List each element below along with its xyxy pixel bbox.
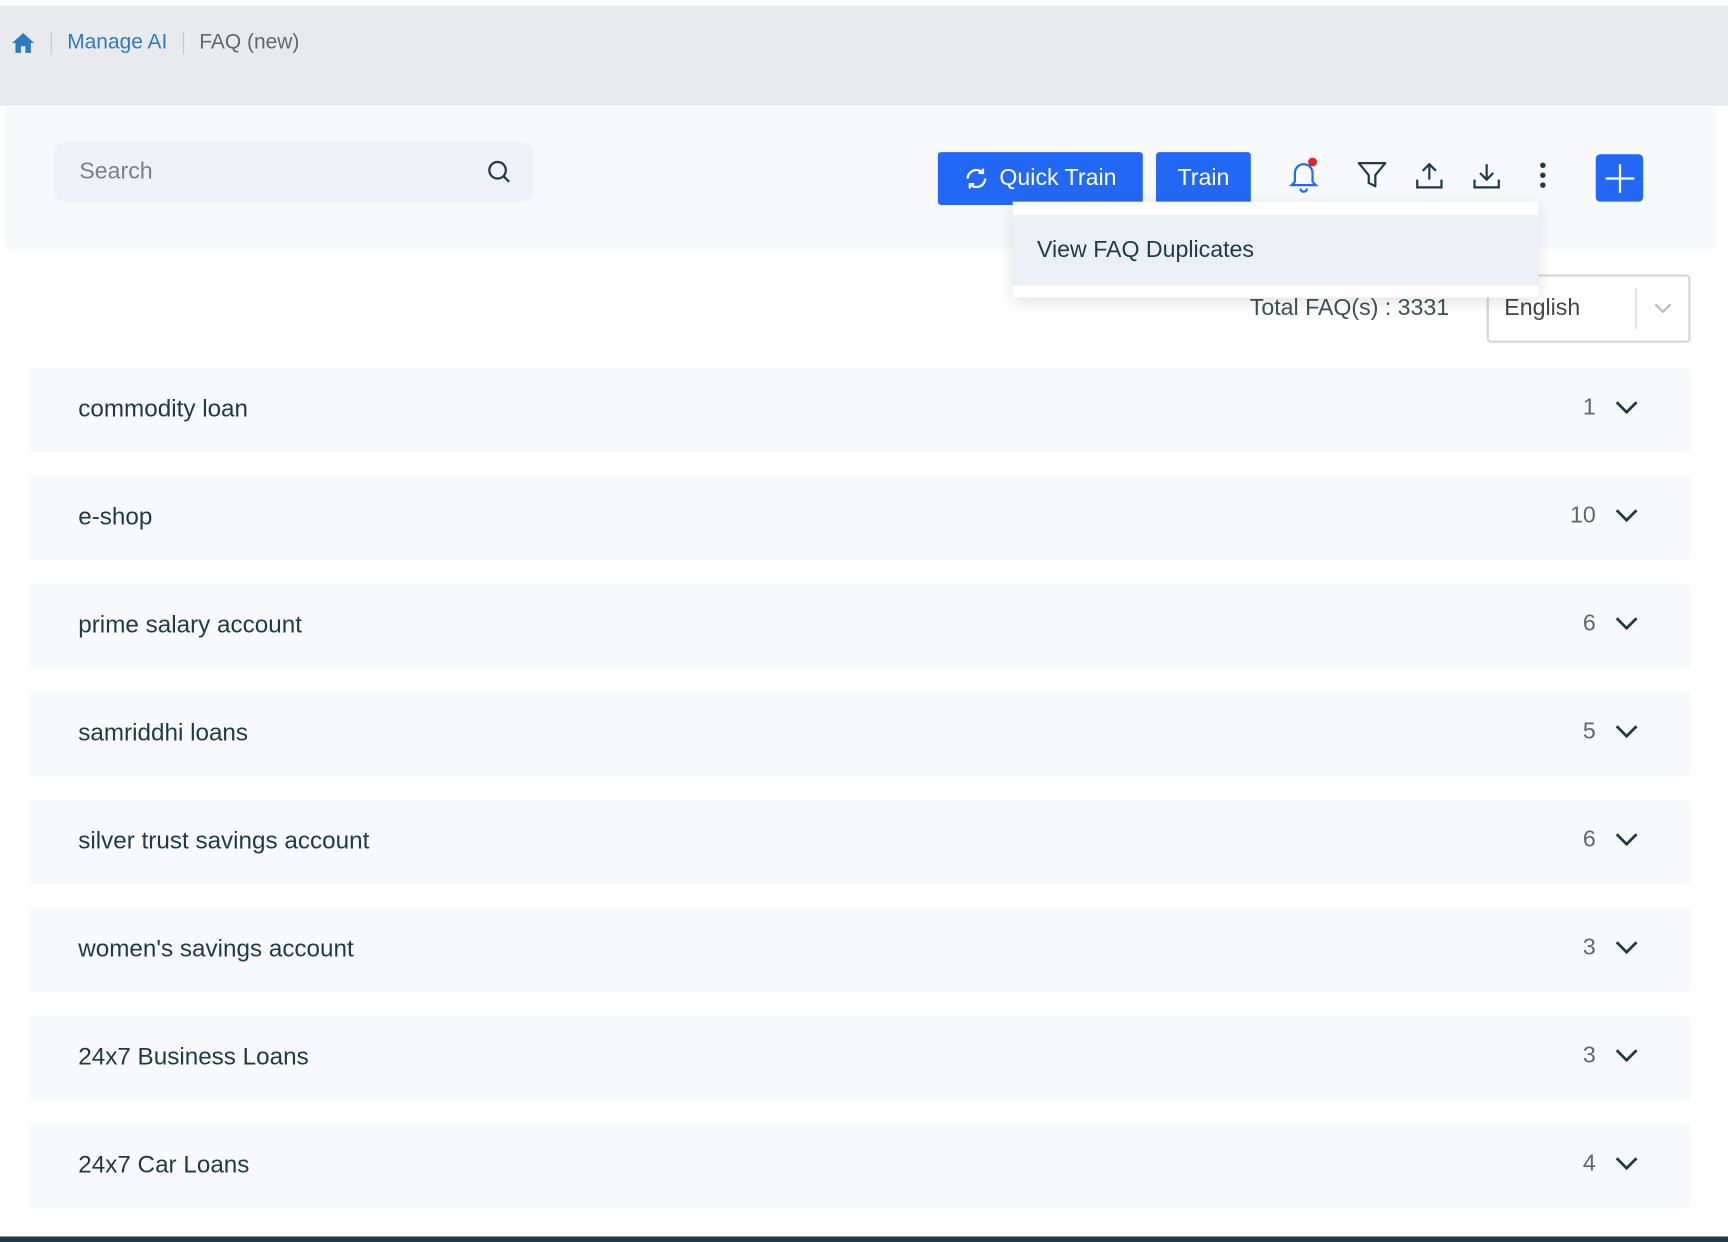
category-name: samriddhi loans	[78, 718, 249, 747]
divider	[50, 31, 52, 54]
more-options-button[interactable]	[1525, 158, 1560, 193]
kebab-menu-icon	[1540, 162, 1546, 188]
chevron-down-icon[interactable]	[1615, 509, 1638, 523]
breadcrumb: Manage AI FAQ (new)	[11, 31, 299, 55]
category-name: prime salary account	[78, 610, 302, 639]
filter-button[interactable]	[1354, 158, 1389, 193]
faq-category-row[interactable]: women's savings account 3	[29, 908, 1691, 992]
search-icon[interactable]	[487, 160, 511, 184]
category-count: 6	[1582, 826, 1596, 852]
breadcrumb-current: FAQ (new)	[199, 30, 300, 54]
upload-icon	[1416, 162, 1443, 189]
chevron-down-icon[interactable]	[1615, 941, 1638, 955]
chevron-down-icon[interactable]	[1615, 1157, 1638, 1171]
faq-category-row[interactable]: e-shop 10	[29, 476, 1691, 560]
upload-button[interactable]	[1412, 158, 1447, 193]
language-value: English	[1504, 295, 1581, 321]
category-name: silver trust savings account	[78, 826, 370, 855]
faq-category-row[interactable]: prime salary account 6	[29, 584, 1691, 668]
search-placeholder: Search	[79, 158, 153, 185]
category-count: 1	[1582, 394, 1596, 420]
chevron-down-icon	[1654, 303, 1672, 314]
category-count: 3	[1582, 1042, 1596, 1068]
breadcrumb-manage-ai[interactable]: Manage AI	[67, 31, 167, 55]
options-dropdown-menu: View FAQ Duplicates	[1012, 201, 1539, 298]
search-input[interactable]: Search	[53, 142, 534, 202]
top-bar	[0, 5, 1728, 106]
category-count: 5	[1582, 718, 1596, 744]
faq-category-row[interactable]: 24x7 Business Loans 3	[29, 1016, 1691, 1100]
quick-train-label: Quick Train	[999, 165, 1117, 191]
chevron-down-icon[interactable]	[1615, 725, 1638, 739]
total-faqs: Total FAQ(s) : 3331	[1249, 295, 1450, 321]
faq-category-row[interactable]: commodity loan 1	[29, 368, 1691, 452]
category-count: 10	[1570, 502, 1596, 528]
category-count: 6	[1582, 610, 1596, 636]
faq-category-row[interactable]: silver trust savings account 6	[29, 800, 1691, 884]
bell-icon	[1288, 157, 1319, 193]
category-name: 24x7 Business Loans	[78, 1042, 309, 1071]
chevron-down-icon[interactable]	[1615, 1049, 1638, 1063]
bottom-border	[0, 1236, 1728, 1242]
chevron-down-icon[interactable]	[1615, 833, 1638, 847]
category-count: 3	[1582, 934, 1596, 960]
faq-category-row[interactable]: samriddhi loans 5	[29, 692, 1691, 776]
quick-train-button[interactable]: Quick Train	[937, 152, 1143, 205]
faq-category-row[interactable]: 24x7 Car Loans 4	[29, 1124, 1691, 1208]
add-faq-button[interactable]	[1595, 154, 1644, 202]
chevron-down-icon[interactable]	[1615, 401, 1638, 415]
chevron-down-icon[interactable]	[1615, 617, 1638, 631]
home-icon[interactable]	[11, 32, 35, 54]
refresh-icon	[966, 168, 987, 189]
category-count: 4	[1582, 1150, 1596, 1176]
train-label: Train	[1177, 165, 1230, 191]
menu-item-view-faq-duplicates[interactable]: View FAQ Duplicates	[1012, 214, 1539, 286]
category-name: women's savings account	[78, 934, 354, 963]
category-name: commodity loan	[78, 394, 249, 423]
plus-icon	[1605, 163, 1634, 193]
download-icon	[1473, 164, 1500, 189]
notification-dot	[1308, 157, 1317, 167]
category-name: e-shop	[78, 502, 153, 531]
train-button[interactable]: Train	[1156, 152, 1251, 205]
category-name: 24x7 Car Loans	[78, 1150, 250, 1179]
notifications-button[interactable]	[1286, 157, 1321, 193]
download-button[interactable]	[1469, 158, 1504, 193]
filter-icon	[1357, 161, 1387, 188]
divider	[1635, 287, 1637, 330]
divider	[182, 31, 184, 54]
